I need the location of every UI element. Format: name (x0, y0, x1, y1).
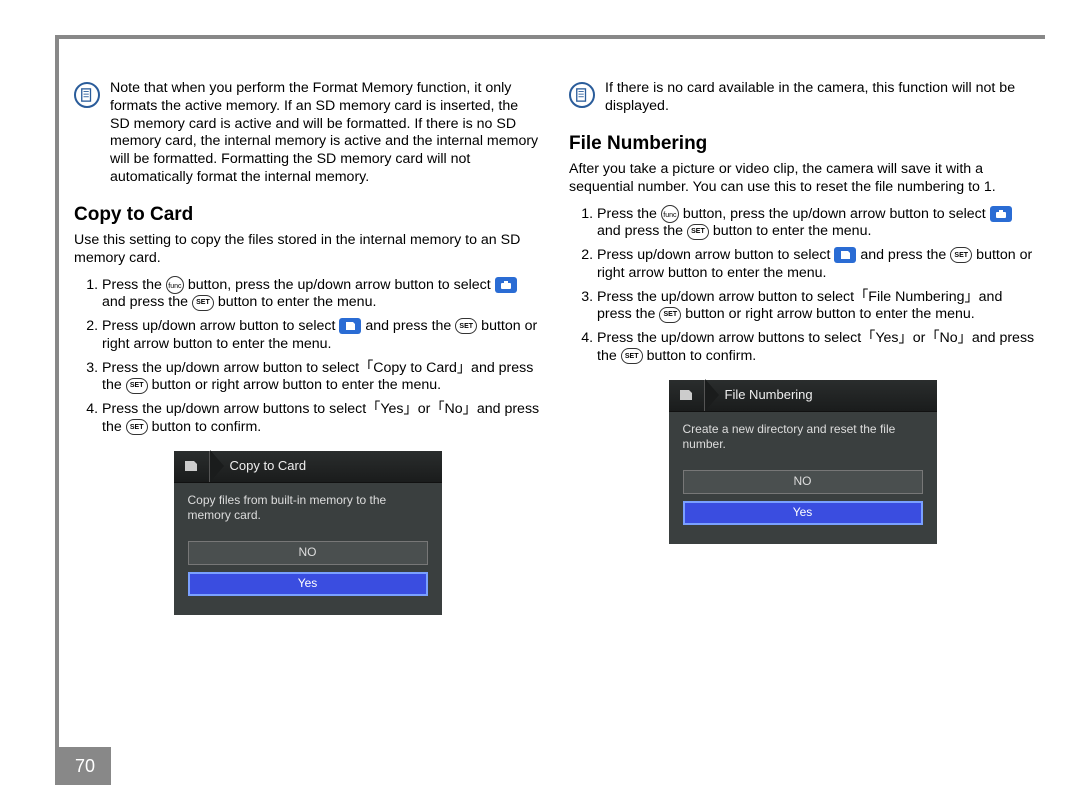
dialog-tab-icon (669, 380, 705, 411)
dialog-header: File Numbering (669, 380, 937, 412)
set-button-icon: SET (621, 348, 643, 364)
sdcard-icon (339, 318, 361, 334)
step-1: Press the func button, press the up/down… (102, 276, 541, 312)
dialog-buttons: NO Yes (174, 541, 442, 596)
dialog-buttons: NO Yes (669, 470, 937, 525)
step-4: Press the up/down arrow buttons to selec… (597, 330, 1036, 366)
page-content: Note that when you perform the Format Me… (74, 80, 1036, 735)
toolbox-icon (495, 277, 517, 293)
heading-file-numbering: File Numbering (569, 132, 1036, 156)
yes-button[interactable]: Yes (683, 501, 923, 525)
func-button-icon: func (166, 276, 184, 294)
yes-button[interactable]: Yes (188, 572, 428, 596)
intro-text: After you take a picture or video clip, … (569, 161, 1036, 197)
step-4: Press the up/down arrow buttons to selec… (102, 401, 541, 437)
step-1: Press the func button, press the up/down… (597, 205, 1036, 241)
set-button-icon: SET (659, 307, 681, 323)
step-2: Press up/down arrow button to select and… (597, 247, 1036, 283)
intro-text: Use this setting to copy the files store… (74, 232, 541, 268)
no-button[interactable]: NO (683, 470, 923, 494)
dialog-tab-icon (174, 451, 210, 482)
step-3: Press the up/down arrow button to select… (597, 289, 1036, 325)
dialog-body-text: Copy files from built-in memory to the m… (174, 483, 442, 541)
set-button-icon: SET (687, 224, 709, 240)
note-block: Note that when you perform the Format Me… (74, 80, 541, 187)
step-2: Press up/down arrow button to select and… (102, 318, 541, 354)
camera-dialog-copy: Copy to Card Copy files from built-in me… (174, 451, 442, 615)
dialog-title: Copy to Card (230, 458, 307, 474)
set-button-icon: SET (192, 295, 214, 311)
set-button-icon: SET (455, 318, 477, 334)
toolbox-icon (990, 206, 1012, 222)
breadcrumb-arrow-icon (705, 379, 719, 411)
set-button-icon: SET (126, 419, 148, 435)
sdcard-icon (834, 247, 856, 263)
no-button[interactable]: NO (188, 541, 428, 565)
right-column: If there is no card available in the cam… (569, 80, 1036, 735)
breadcrumb-arrow-icon (210, 450, 224, 482)
dialog-body-text: Create a new directory and reset the fil… (669, 412, 937, 470)
steps-list: Press the func button, press the up/down… (569, 205, 1036, 366)
step-3: Press the up/down arrow button to select… (102, 360, 541, 396)
note-icon (569, 82, 595, 108)
left-column: Note that when you perform the Format Me… (74, 80, 541, 735)
note-icon (74, 82, 100, 108)
note-text: Note that when you perform the Format Me… (110, 80, 541, 187)
camera-dialog-filenum: File Numbering Create a new directory an… (669, 380, 937, 544)
set-button-icon: SET (950, 247, 972, 263)
set-button-icon: SET (126, 378, 148, 394)
page-number: 70 (59, 747, 111, 785)
func-button-icon: func (661, 205, 679, 223)
dialog-header: Copy to Card (174, 451, 442, 483)
dialog-title: File Numbering (725, 387, 813, 403)
note-text: If there is no card available in the cam… (605, 80, 1036, 116)
note-block: If there is no card available in the cam… (569, 80, 1036, 116)
steps-list: Press the func button, press the up/down… (74, 276, 541, 437)
heading-copy-to-card: Copy to Card (74, 203, 541, 227)
